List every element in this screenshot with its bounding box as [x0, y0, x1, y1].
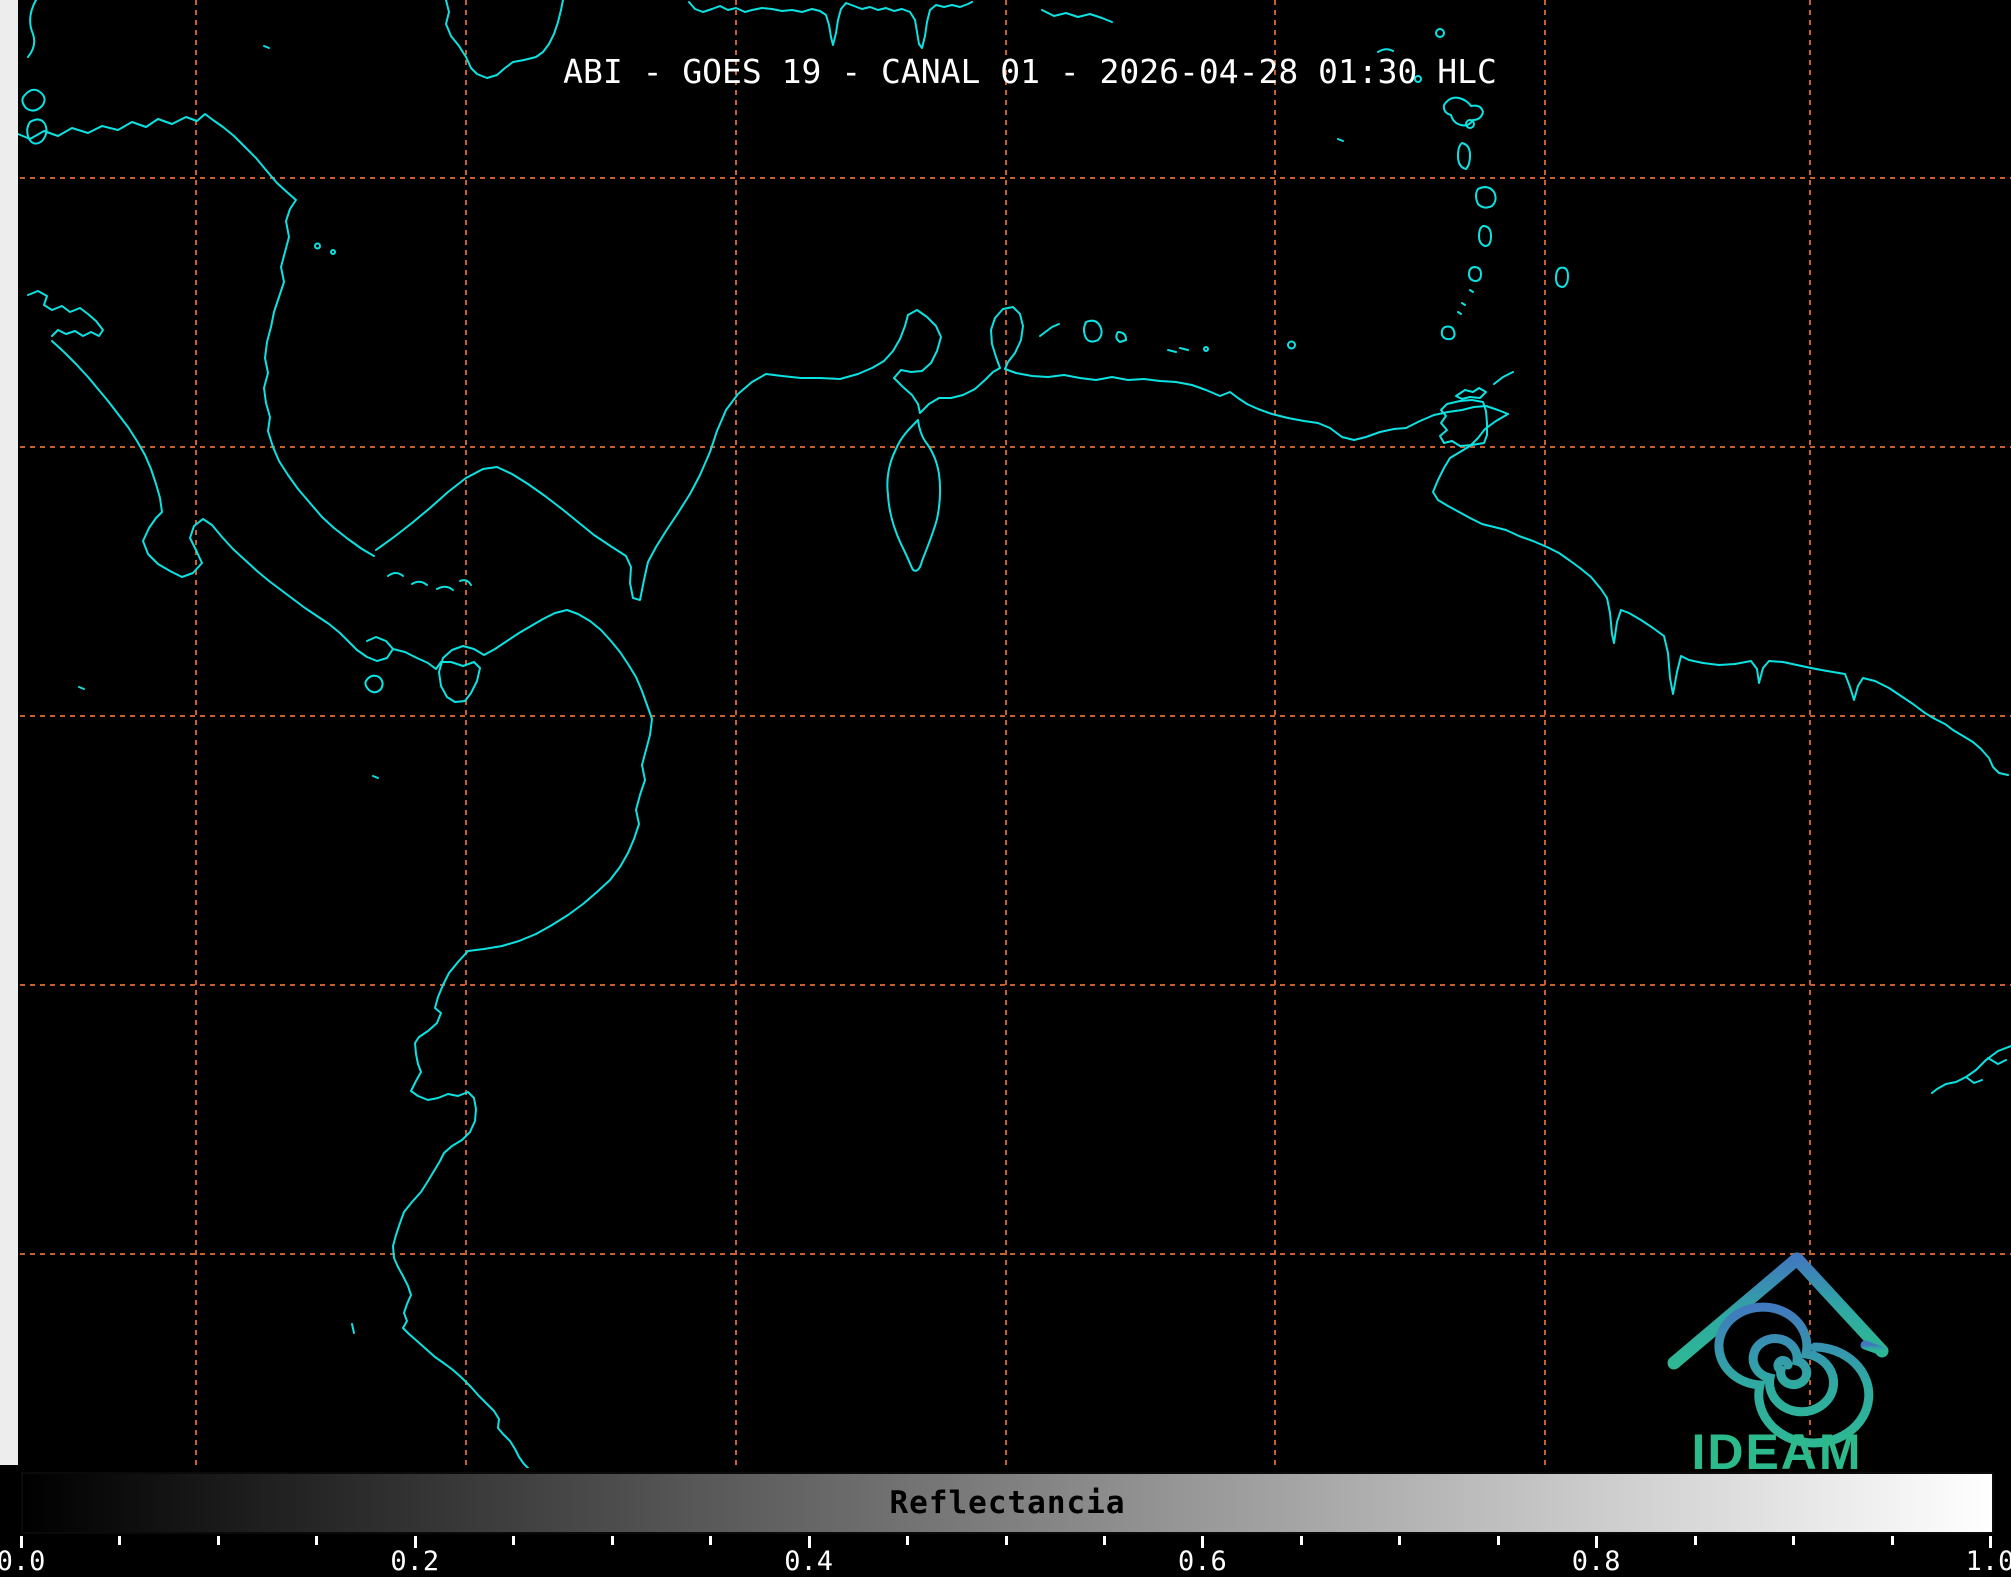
- colorbar-minor-tick: [216, 1536, 220, 1545]
- ideam-logo: IDEAM: [1667, 1252, 1889, 1475]
- colorbar-tick-label: 0.8: [1571, 1546, 1621, 1577]
- coastline-hispaniola-south-coast: [688, 1, 973, 49]
- coastline-curacao: [1083, 319, 1103, 343]
- colorbar-tick-label: 0.6: [1178, 1546, 1227, 1577]
- coastline-amazon-coast-fragment: [1931, 1045, 2011, 1094]
- coastline-bocas-islets: [387, 572, 472, 591]
- colorbar-label: Reflectancia: [889, 1485, 1126, 1521]
- reflectance-colorbar: Reflectancia: [21, 1472, 1994, 1534]
- colorbar-tick-label: 1.0: [1965, 1546, 2011, 1577]
- coastline-gulf-of-fonseca: [27, 290, 104, 337]
- scan-edge-stripe: [0, 0, 18, 1465]
- colorbar-minor-tick: [906, 1536, 910, 1545]
- coastline-gulf-of-venezuela: [893, 367, 1001, 414]
- colorbar-minor-tick: [1299, 1536, 1303, 1545]
- coastline-dominica: [1457, 142, 1471, 170]
- map-title: ABI - GOES 19 - CANAL 01 - 2026-04-28 01…: [563, 52, 1497, 91]
- coastline-margarita-island: [1455, 387, 1487, 400]
- colorbar-tick-label: 0.2: [390, 1546, 440, 1577]
- colorbar-minor-tick: [1004, 1536, 1008, 1545]
- coastline-pacific-coast-central-america: [51, 340, 648, 706]
- coastline-bonaire: [1115, 331, 1127, 343]
- coastline-puerto-rico-fragment: [1041, 9, 1113, 23]
- coastline-lake-maracaibo: [886, 419, 942, 572]
- coastline-la-plata-islet: [351, 1323, 355, 1334]
- coastline-belize-fragment: [27, 0, 37, 58]
- coastline-swan-island: [263, 45, 270, 49]
- colorbar-minor-tick: [1496, 1536, 1500, 1545]
- coastline-martinique: [1475, 186, 1497, 209]
- coastline-corn-islands: [314, 242, 336, 255]
- colorbar-minor-tick: [1102, 1536, 1106, 1545]
- colorbar-minor-tick: [315, 1536, 319, 1545]
- coastline-gorgona-island: [372, 775, 379, 779]
- coastline-st-lucia: [1478, 225, 1492, 247]
- coastline-honduras-nicaragua-coast: [0, 113, 375, 557]
- colorbar-minor-tick: [1398, 1536, 1402, 1545]
- map-area: ABI - GOES 19 - CANAL 01 - 2026-04-28 01…: [0, 0, 2011, 1475]
- satellite-image-viewport: ABI - GOES 19 - CANAL 01 - 2026-04-28 01…: [0, 0, 2011, 1577]
- colorbar-tick-label: 0.0: [0, 1546, 46, 1577]
- colorbar-minor-tick: [1792, 1536, 1796, 1545]
- coastline-barbados: [1555, 266, 1569, 288]
- colorbar-minor-tick: [610, 1536, 614, 1545]
- coastline-st-vincent-grenadines: [1457, 266, 1482, 315]
- colorbar-minor-tick: [512, 1536, 516, 1545]
- colorbar-tick-label: 0.4: [784, 1546, 833, 1577]
- coastline-guyana-coast: [1568, 559, 2009, 776]
- ideam-logo-text: IDEAM: [1691, 1424, 1862, 1475]
- coastline-coiba-island: [364, 674, 384, 694]
- coastline-malpelo-island: [78, 686, 85, 690]
- coastline-paraguana-peninsula: [990, 306, 1024, 370]
- coastline-paria-orinoco-delta: [1432, 413, 1570, 561]
- colorbar-minor-tick: [1890, 1536, 1894, 1545]
- coastline-guajira-peninsula: [893, 309, 942, 379]
- coastline-tobago: [1493, 371, 1514, 385]
- colorbar-minor-tick: [1693, 1536, 1697, 1545]
- coastline-colombia-ecuador-pacific-coast: [392, 704, 653, 1468]
- coastline-aruba: [1039, 323, 1060, 337]
- colorbar-minor-tick: [118, 1536, 122, 1545]
- coastline-venezuela-coast: [1004, 368, 1509, 441]
- coastline-jamaica: [445, 0, 564, 79]
- ideam-spiral-icon: [1714, 1302, 1874, 1448]
- coastline-guadeloupe: [1442, 96, 1484, 129]
- coastline-grenada: [1440, 325, 1456, 341]
- colorbar-minor-tick: [709, 1536, 713, 1545]
- coastline-panama-caribbean-coast: [375, 314, 909, 601]
